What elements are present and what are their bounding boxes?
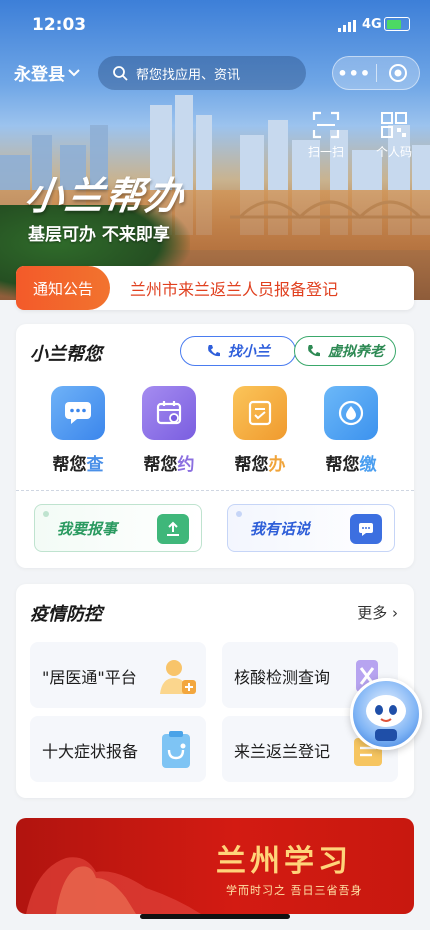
help-card: 小兰帮您 找小兰 虚拟养老 帮您查 帮您约 帮您办 帮您缴 我要报事 我有话说 bbox=[16, 324, 414, 568]
more-link[interactable]: 更多 › bbox=[357, 602, 398, 623]
study-banner[interactable]: 兰州学习 学而时习之 吾日三省吾身 bbox=[16, 818, 414, 914]
service-appointment[interactable]: 帮您约 bbox=[137, 386, 201, 475]
tile-doctor-platform[interactable]: "居医通"平台 bbox=[30, 642, 206, 708]
county-selector[interactable]: 永登县 bbox=[14, 60, 81, 85]
chat-icon bbox=[51, 386, 105, 440]
phone-icon bbox=[308, 345, 320, 357]
search-icon bbox=[113, 66, 128, 81]
qr-code-icon bbox=[381, 112, 407, 138]
slogan-art: 小兰帮办 bbox=[22, 173, 189, 218]
tile-symptom-report[interactable]: 十大症状报备 bbox=[30, 716, 206, 782]
status-bar: 12:03 4G bbox=[0, 0, 430, 52]
robot-mascot-icon bbox=[366, 695, 406, 741]
feedback-label: 我有话说 bbox=[250, 519, 311, 538]
search-input[interactable]: 帮您找应用、资讯 bbox=[98, 56, 306, 90]
battery-icon bbox=[384, 17, 410, 31]
chevron-down-icon bbox=[68, 68, 80, 76]
more-menu-button[interactable]: ••• bbox=[333, 64, 376, 83]
home-indicator bbox=[140, 914, 290, 919]
help-section-title: 小兰帮您 bbox=[30, 344, 102, 365]
target-icon bbox=[388, 64, 407, 82]
document-icon bbox=[233, 386, 287, 440]
water-drop-icon bbox=[324, 386, 378, 440]
mini-program-capsule: ••• bbox=[332, 56, 420, 90]
hero-banner: 12:03 4G 永登县 帮您找应用、资讯 ••• 扫一扫 个人码 小兰帮办 基… bbox=[0, 0, 430, 300]
virtual-elderly-care-label: 虚拟养老 bbox=[328, 344, 384, 360]
report-matter-label: 我要报事 bbox=[57, 519, 118, 538]
status-time: 12:03 bbox=[32, 15, 87, 35]
phone-icon bbox=[208, 345, 220, 357]
scan-button[interactable]: 扫一扫 bbox=[298, 110, 354, 160]
assistant-mascot-button[interactable] bbox=[350, 678, 422, 750]
feedback-button[interactable]: 我有话说 bbox=[227, 504, 395, 552]
notice-bar[interactable]: 通知公告 兰州市来兰返兰人员报备登记 bbox=[16, 266, 414, 310]
report-matter-button[interactable]: 我要报事 bbox=[34, 504, 202, 552]
network-label: 4G bbox=[362, 17, 382, 32]
signal-icon bbox=[338, 20, 356, 32]
notice-tag: 通知公告 bbox=[16, 266, 110, 310]
clipboard-icon bbox=[162, 731, 190, 768]
personal-code-label: 个人码 bbox=[375, 145, 412, 159]
service-handle[interactable]: 帮您办 bbox=[228, 386, 292, 475]
search-placeholder: 帮您找应用、资讯 bbox=[136, 67, 241, 83]
epidemic-section-title: 疫情防控 bbox=[30, 604, 102, 625]
notice-text: 兰州市来兰返兰人员报备登记 bbox=[130, 280, 339, 299]
close-program-button[interactable] bbox=[377, 63, 420, 83]
banner-title: 兰州学习 bbox=[216, 844, 352, 879]
service-query[interactable]: 帮您查 bbox=[46, 386, 110, 475]
chevron-right-icon: › bbox=[392, 604, 398, 622]
service-payment[interactable]: 帮您缴 bbox=[319, 386, 383, 475]
banner-subtitle: 学而时习之 吾日三省吾身 bbox=[226, 884, 363, 897]
upload-icon bbox=[157, 514, 189, 544]
virtual-elderly-care-button[interactable]: 虚拟养老 bbox=[294, 336, 396, 366]
divider bbox=[16, 490, 414, 491]
personal-code-button[interactable]: 个人码 bbox=[366, 110, 422, 160]
slogan-subtitle: 基层可办 不来即享 bbox=[28, 225, 170, 245]
find-xiaolan-button[interactable]: 找小兰 bbox=[180, 336, 296, 366]
county-label: 永登县 bbox=[14, 65, 65, 85]
scan-label: 扫一扫 bbox=[307, 145, 344, 159]
scan-icon bbox=[312, 111, 340, 139]
message-icon bbox=[350, 514, 382, 544]
calendar-icon bbox=[142, 386, 196, 440]
find-xiaolan-label: 找小兰 bbox=[228, 344, 270, 360]
statue-illustration bbox=[26, 857, 201, 914]
doctor-icon bbox=[160, 660, 196, 694]
